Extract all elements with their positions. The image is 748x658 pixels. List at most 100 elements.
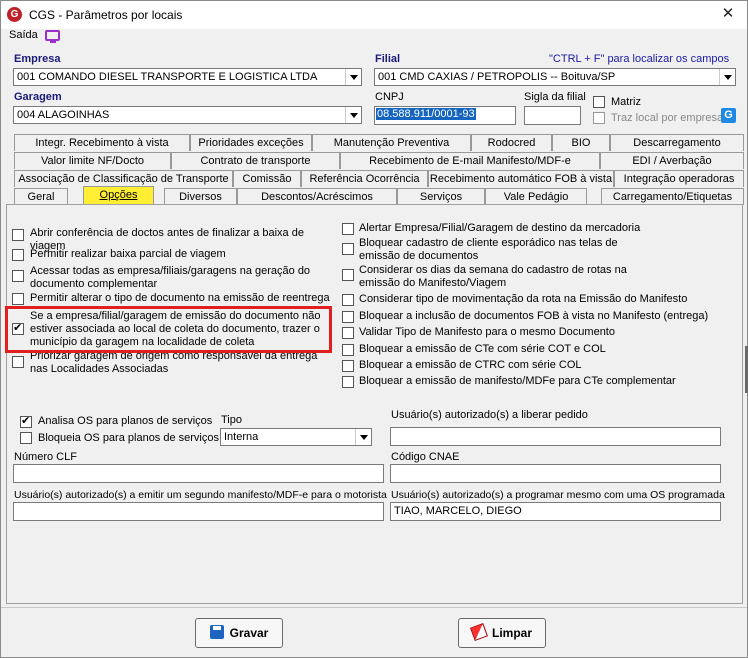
option-checkbox[interactable] (12, 249, 24, 261)
programar-os-field[interactable]: TIAO, MARCELO, DIEGO (390, 502, 721, 521)
bloqueia-os-checkbox[interactable] (20, 432, 32, 444)
tab-contrato-transporte[interactable]: Contrato de transporte (171, 152, 340, 169)
cnae-label: Código CNAE (391, 451, 460, 463)
programar-os-label: Usuário(s) autorizado(s) a programar mes… (391, 489, 725, 501)
g-icon[interactable]: G (721, 108, 736, 123)
tab-descarregamento[interactable]: Descarregamento (610, 134, 744, 151)
tab-descontos-acrescimos[interactable]: Descontos/Acréscimos (237, 188, 397, 205)
garagem-label: Garagem (14, 91, 62, 103)
tab-integracao-operadoras[interactable]: Integração operadoras (614, 170, 744, 187)
tab-servicos[interactable]: Serviços (397, 188, 485, 205)
limpar-button[interactable]: Limpar (458, 618, 546, 648)
garagem-value: 004 ALAGOINHAS (17, 109, 110, 121)
save-icon (209, 625, 224, 639)
option-checkbox[interactable] (12, 356, 24, 368)
matriz-label: Matriz (611, 96, 641, 108)
analisa-os-label: Analisa OS para planos de serviços (38, 415, 213, 427)
option-checkbox[interactable] (342, 344, 354, 356)
eraser-icon (470, 623, 488, 641)
chevron-down-icon[interactable] (719, 69, 735, 85)
tab-geral[interactable]: Geral (14, 188, 68, 205)
monitor-icon[interactable] (45, 30, 60, 43)
tab-associacao-classificacao[interactable]: Associação de Classificação de Transport… (14, 170, 233, 187)
option-label: Considerar os dias da semana do cadastro… (359, 264, 627, 289)
tab-vale-pedagio[interactable]: Vale Pedágio (485, 188, 587, 205)
garagem-select[interactable]: 004 ALAGOINHAS (13, 106, 362, 124)
option-label: Bloquear a emissão de manifesto/MDFe par… (359, 375, 676, 387)
option-label: Priorizar garagem de origem como respons… (30, 350, 318, 375)
option-checkbox[interactable] (12, 270, 24, 282)
option-checkbox[interactable] (342, 269, 354, 281)
matriz-checkbox[interactable] (593, 96, 605, 108)
option-label: Bloquear a emissão de CTRC com série COL (359, 359, 582, 371)
traz-local-checkbox[interactable] (593, 112, 605, 124)
option-checkbox[interactable] (342, 327, 354, 339)
close-button[interactable]: ✕ (717, 4, 739, 24)
tipo-select[interactable]: Interna (220, 428, 372, 446)
cnpj-field[interactable]: 08.588.911/0001-93 (374, 106, 516, 125)
option-checkbox[interactable] (342, 360, 354, 372)
option-label: Considerar tipo de movimentação da rota … (359, 293, 688, 305)
footer-separator (1, 607, 747, 608)
filial-value: 001 CMD CAXIAS / PETROPOLIS -- Boituva/S… (378, 71, 616, 83)
highlight-box (5, 306, 332, 353)
option-checkbox[interactable] (12, 293, 24, 305)
cnpj-label: CNPJ (375, 91, 404, 103)
segundo-manifesto-field[interactable] (13, 502, 384, 521)
option-label: Permitir realizar baixa parcial de viage… (30, 248, 226, 260)
tab-edi-averbacao[interactable]: EDI / Averbação (600, 152, 744, 169)
tab-diversos[interactable]: Diversos (164, 188, 237, 205)
chevron-down-icon[interactable] (345, 107, 361, 123)
tab-bio[interactable]: BIO (552, 134, 610, 151)
sigla-field[interactable] (524, 106, 581, 125)
tab-recebimento-email[interactable]: Recebimento de E-mail Manifesto/MDF-e (340, 152, 600, 169)
tab-recebimento-fob[interactable]: Recebimento automático FOB à vista (428, 170, 614, 187)
tab-rodocred[interactable]: Rodocred (471, 134, 552, 151)
option-label: Bloquear a inclusão de documentos FOB à … (359, 310, 709, 322)
chevron-down-icon[interactable] (355, 429, 371, 445)
tipo-label: Tipo (221, 414, 242, 426)
option-checkbox[interactable] (342, 311, 354, 323)
chevron-down-icon[interactable] (345, 69, 361, 85)
segundo-manifesto-label: Usuário(s) autorizado(s) a emitir um seg… (14, 489, 387, 501)
option-label: Bloquear a emissão de CTe com série COT … (359, 343, 606, 355)
gravar-button[interactable]: Gravar (195, 618, 283, 648)
tab-valor-limite[interactable]: Valor limite NF/Docto (14, 152, 171, 169)
option-label: Acessar todas as empresa/filiais/garagen… (30, 265, 311, 290)
tab-integr-recebimento[interactable]: Integr. Recebimento à vista (14, 134, 190, 151)
numero-clf-field[interactable] (13, 464, 384, 483)
menu-saida[interactable]: Saída (9, 29, 38, 41)
title-bar: G CGS - Parâmetros por locais ✕ (1, 1, 747, 29)
bloqueia-os-label: Bloqueia OS para planos de serviços (38, 432, 219, 444)
option-checkbox[interactable] (342, 294, 354, 306)
analisa-os-checkbox[interactable] (20, 414, 32, 428)
tab-prioridades-excecoes[interactable]: Prioridades exceções (190, 134, 312, 151)
filial-hint: "CTRL + F" para localizar os campos (549, 53, 730, 65)
usuarios-liberar-label: Usuário(s) autorizado(s) a liberar pedid… (391, 409, 588, 421)
option-checkbox[interactable] (342, 223, 354, 235)
empresa-select[interactable]: 001 COMANDO DIESEL TRANSPORTE E LOGISTIC… (13, 68, 362, 86)
tab-manutencao-preventiva[interactable]: Manutenção Preventiva (312, 134, 471, 151)
filial-select[interactable]: 001 CMD CAXIAS / PETROPOLIS -- Boituva/S… (374, 68, 736, 86)
tab-comissao[interactable]: Comissão (233, 170, 301, 187)
option-checkbox[interactable] (12, 229, 24, 241)
tab-carregamento-etiquetas[interactable]: Carregamento/Etiquetas (601, 188, 744, 205)
option-checkbox[interactable] (342, 376, 354, 388)
option-label: Bloquear cadastro de cliente esporádico … (359, 237, 618, 262)
cnae-field[interactable] (390, 464, 721, 483)
tab-opcoes[interactable]: Opções (83, 186, 154, 205)
option-label: Alertar Empresa/Filial/Garagem de destin… (359, 222, 641, 234)
app-logo-icon: G (7, 7, 22, 22)
gravar-label: Gravar (229, 626, 269, 640)
option-checkbox[interactable] (342, 243, 354, 255)
tab-referencia-ocorrencia[interactable]: Referência Ocorrência (301, 170, 428, 187)
cnpj-value: 08.588.911/0001-93 (376, 108, 476, 120)
traz-local-label: Traz local por empresa (611, 112, 724, 124)
menu-bar: Saída (1, 29, 747, 47)
programar-os-value: TIAO, MARCELO, DIEGO (394, 505, 522, 517)
numero-clf-label: Número CLF (14, 451, 77, 463)
usuarios-liberar-field[interactable] (390, 427, 721, 446)
filial-label: Filial (375, 53, 401, 65)
option-label: Permitir alterar o tipo de documento na … (30, 292, 330, 304)
empresa-label: Empresa (14, 53, 61, 65)
